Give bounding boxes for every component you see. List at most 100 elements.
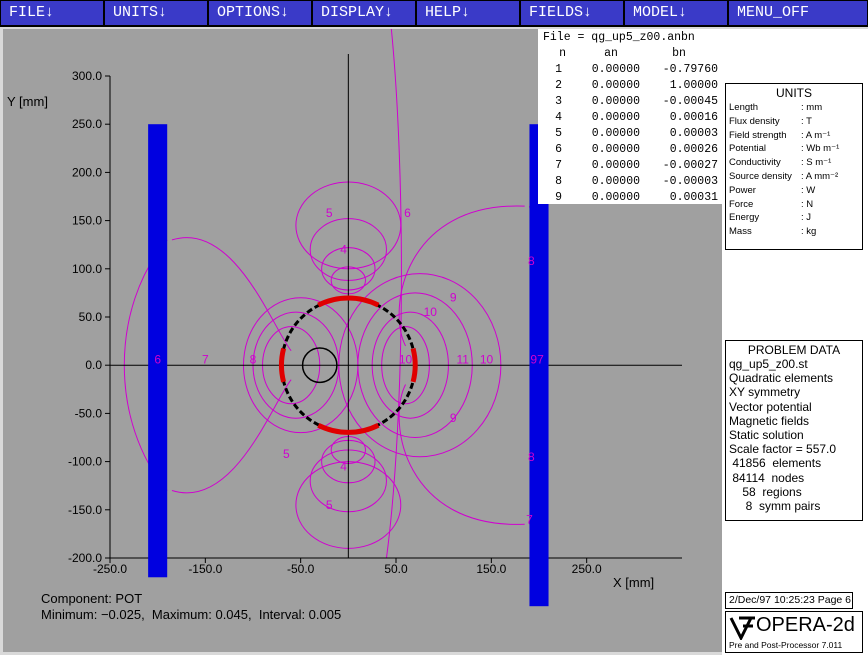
unit-value: : A m⁻¹ <box>801 129 831 141</box>
contour-label: 97 <box>530 352 544 366</box>
harmonic-an: 0.00000 <box>591 143 640 156</box>
vf-logo-icon <box>729 616 755 640</box>
x-axis-title: X [mm] <box>613 575 654 590</box>
contour-line <box>398 384 525 525</box>
info-panel: UNITS Length: mm Flux density: T Field str… <box>722 29 868 655</box>
harmonic-bn: -0.00027 <box>662 159 718 172</box>
contour-label: 4 <box>340 459 347 473</box>
menu-help[interactable]: HELP↓ <box>417 1 519 25</box>
problem-line: Magnetic fields <box>729 413 810 428</box>
harmonic-n: 7 <box>555 159 562 172</box>
coil-right <box>410 347 418 383</box>
harmonics-table: File = qg_up5_z00.anbn n an bn 1 0.00000 -… <box>538 29 722 204</box>
x-tick-label: 150.0 <box>476 562 506 576</box>
problem-title: PROBLEM DATA <box>747 343 841 357</box>
contour-label: 5 <box>326 206 333 220</box>
header-an: an <box>604 47 618 60</box>
x-tick-label: -150.0 <box>188 562 222 576</box>
contour-label: 5 <box>326 498 333 512</box>
plot-footer: Component: POT Minimum: −0.025, Maximum: … <box>41 591 341 623</box>
unit-quantity: Force <box>729 198 754 210</box>
harmonic-an: 0.00000 <box>591 79 640 92</box>
problem-line: 41856 elements <box>729 456 822 471</box>
harmonic-n: 9 <box>555 191 562 204</box>
harmonic-bn: 0.00003 <box>669 127 718 140</box>
unit-quantity: Mass <box>729 226 752 238</box>
harmonic-n: 5 <box>555 127 562 140</box>
y-axis-title: Y [mm] <box>7 94 48 109</box>
harmonics-row: 3 0.00000 -0.00045 <box>538 95 722 111</box>
harmonic-bn: 0.00026 <box>669 143 718 156</box>
menu-model[interactable]: MODEL↓ <box>625 1 727 25</box>
menu-file[interactable]: FILE↓ <box>1 1 103 25</box>
y-tick-label: 0.0 <box>85 358 102 372</box>
harmonic-an: 0.00000 <box>591 95 640 108</box>
problem-line: Static solution <box>729 428 804 442</box>
contour-line <box>398 205 525 347</box>
y-tick-label: -50.0 <box>75 406 103 420</box>
unit-value: : W <box>801 184 816 196</box>
y-tick-label: -150.0 <box>68 503 102 517</box>
harmonic-an: 0.00000 <box>591 127 640 140</box>
menu-units[interactable]: UNITS↓ <box>105 1 207 25</box>
contour-label: 10 <box>399 352 413 366</box>
menu-bar: FILE↓ UNITS↓ OPTIONS↓ DISPLAY↓ HELP↓ FIE… <box>0 0 868 27</box>
x-tick-label: -50.0 <box>287 562 315 576</box>
unit-quantity: Power <box>729 184 756 196</box>
unit-quantity: Energy <box>729 212 760 224</box>
problem-line: Quadratic elements <box>729 371 834 386</box>
harmonics-row: 8 0.00000 -0.00003 <box>538 175 722 191</box>
problem-line: 8 symm pairs <box>729 499 821 513</box>
contour-label: 5 <box>283 447 290 461</box>
header-n: n <box>559 47 566 60</box>
harmonic-n: 6 <box>555 143 562 156</box>
unit-value: : S m⁻¹ <box>801 157 832 169</box>
harmonic-bn: 0.00031 <box>669 191 718 204</box>
unit-value: : Wb m⁻¹ <box>801 143 840 155</box>
menu-fields[interactable]: FIELDS↓ <box>521 1 623 25</box>
x-tick-label: 250.0 <box>572 562 602 576</box>
problem-line: 84114 nodes <box>729 470 805 485</box>
unit-quantity: Conductivity <box>729 157 781 169</box>
harmonics-row: 1 0.00000 -0.79760 <box>538 63 722 79</box>
harmonic-n: 1 <box>555 63 562 76</box>
plot-area[interactable]: -250.0 -150.0 -50.0 50.0 150.0 250.0 300.0 250.… <box>3 29 722 652</box>
menu-options[interactable]: OPTIONS↓ <box>209 1 311 25</box>
harmonic-bn: 0.00016 <box>669 111 718 124</box>
harmonic-bn: -0.00045 <box>662 95 718 108</box>
y-tick-label: -200.0 <box>68 551 102 565</box>
iron-plate <box>148 124 168 578</box>
unit-quantity: Source density <box>729 171 792 182</box>
contour-label: 4 <box>340 243 347 257</box>
units-title: UNITS <box>776 86 812 100</box>
problem-line: Scale factor = 557.0 <box>729 442 837 457</box>
logo-text: OPERA-2d <box>756 614 855 636</box>
harmonic-n: 8 <box>555 175 562 188</box>
harmonics-title: File = qg_up5_z00.anbn <box>543 31 695 44</box>
harmonics-row: 6 0.00000 0.00026 <box>538 143 722 159</box>
contour-label: 6 <box>154 352 161 366</box>
y-tick-label: 100.0 <box>72 262 102 276</box>
contour-line <box>385 29 402 559</box>
unit-value: : T <box>801 115 812 127</box>
unit-value: : N <box>801 198 814 210</box>
problem-data-box: PROBLEM DATA qg_up5_z00.st Quadratic elem… <box>725 340 863 521</box>
y-tick-label: 300.0 <box>72 69 102 83</box>
harmonics-row: 4 0.00000 0.00016 <box>538 111 722 127</box>
unit-quantity: Length <box>729 102 759 113</box>
harmonic-n: 3 <box>555 95 562 108</box>
harmonic-an: 0.00000 <box>591 111 640 124</box>
contour-label: 10 <box>424 305 438 319</box>
menu-off[interactable]: MENU_OFF <box>729 1 867 25</box>
y-tick-label: 250.0 <box>72 117 102 131</box>
unit-value: : mm <box>801 102 823 113</box>
unit-quantity: Potential <box>729 143 766 155</box>
problem-line: XY symmetry <box>729 385 801 400</box>
problem-line: 58 regions <box>729 484 802 499</box>
contour-label: 9 <box>450 291 457 305</box>
problem-line: Vector potential <box>729 399 812 414</box>
menu-display[interactable]: DISPLAY↓ <box>313 1 415 25</box>
contour-label: 7 <box>526 512 533 526</box>
contour-label: 8 <box>250 352 257 366</box>
unit-quantity: Field strength <box>729 129 787 141</box>
